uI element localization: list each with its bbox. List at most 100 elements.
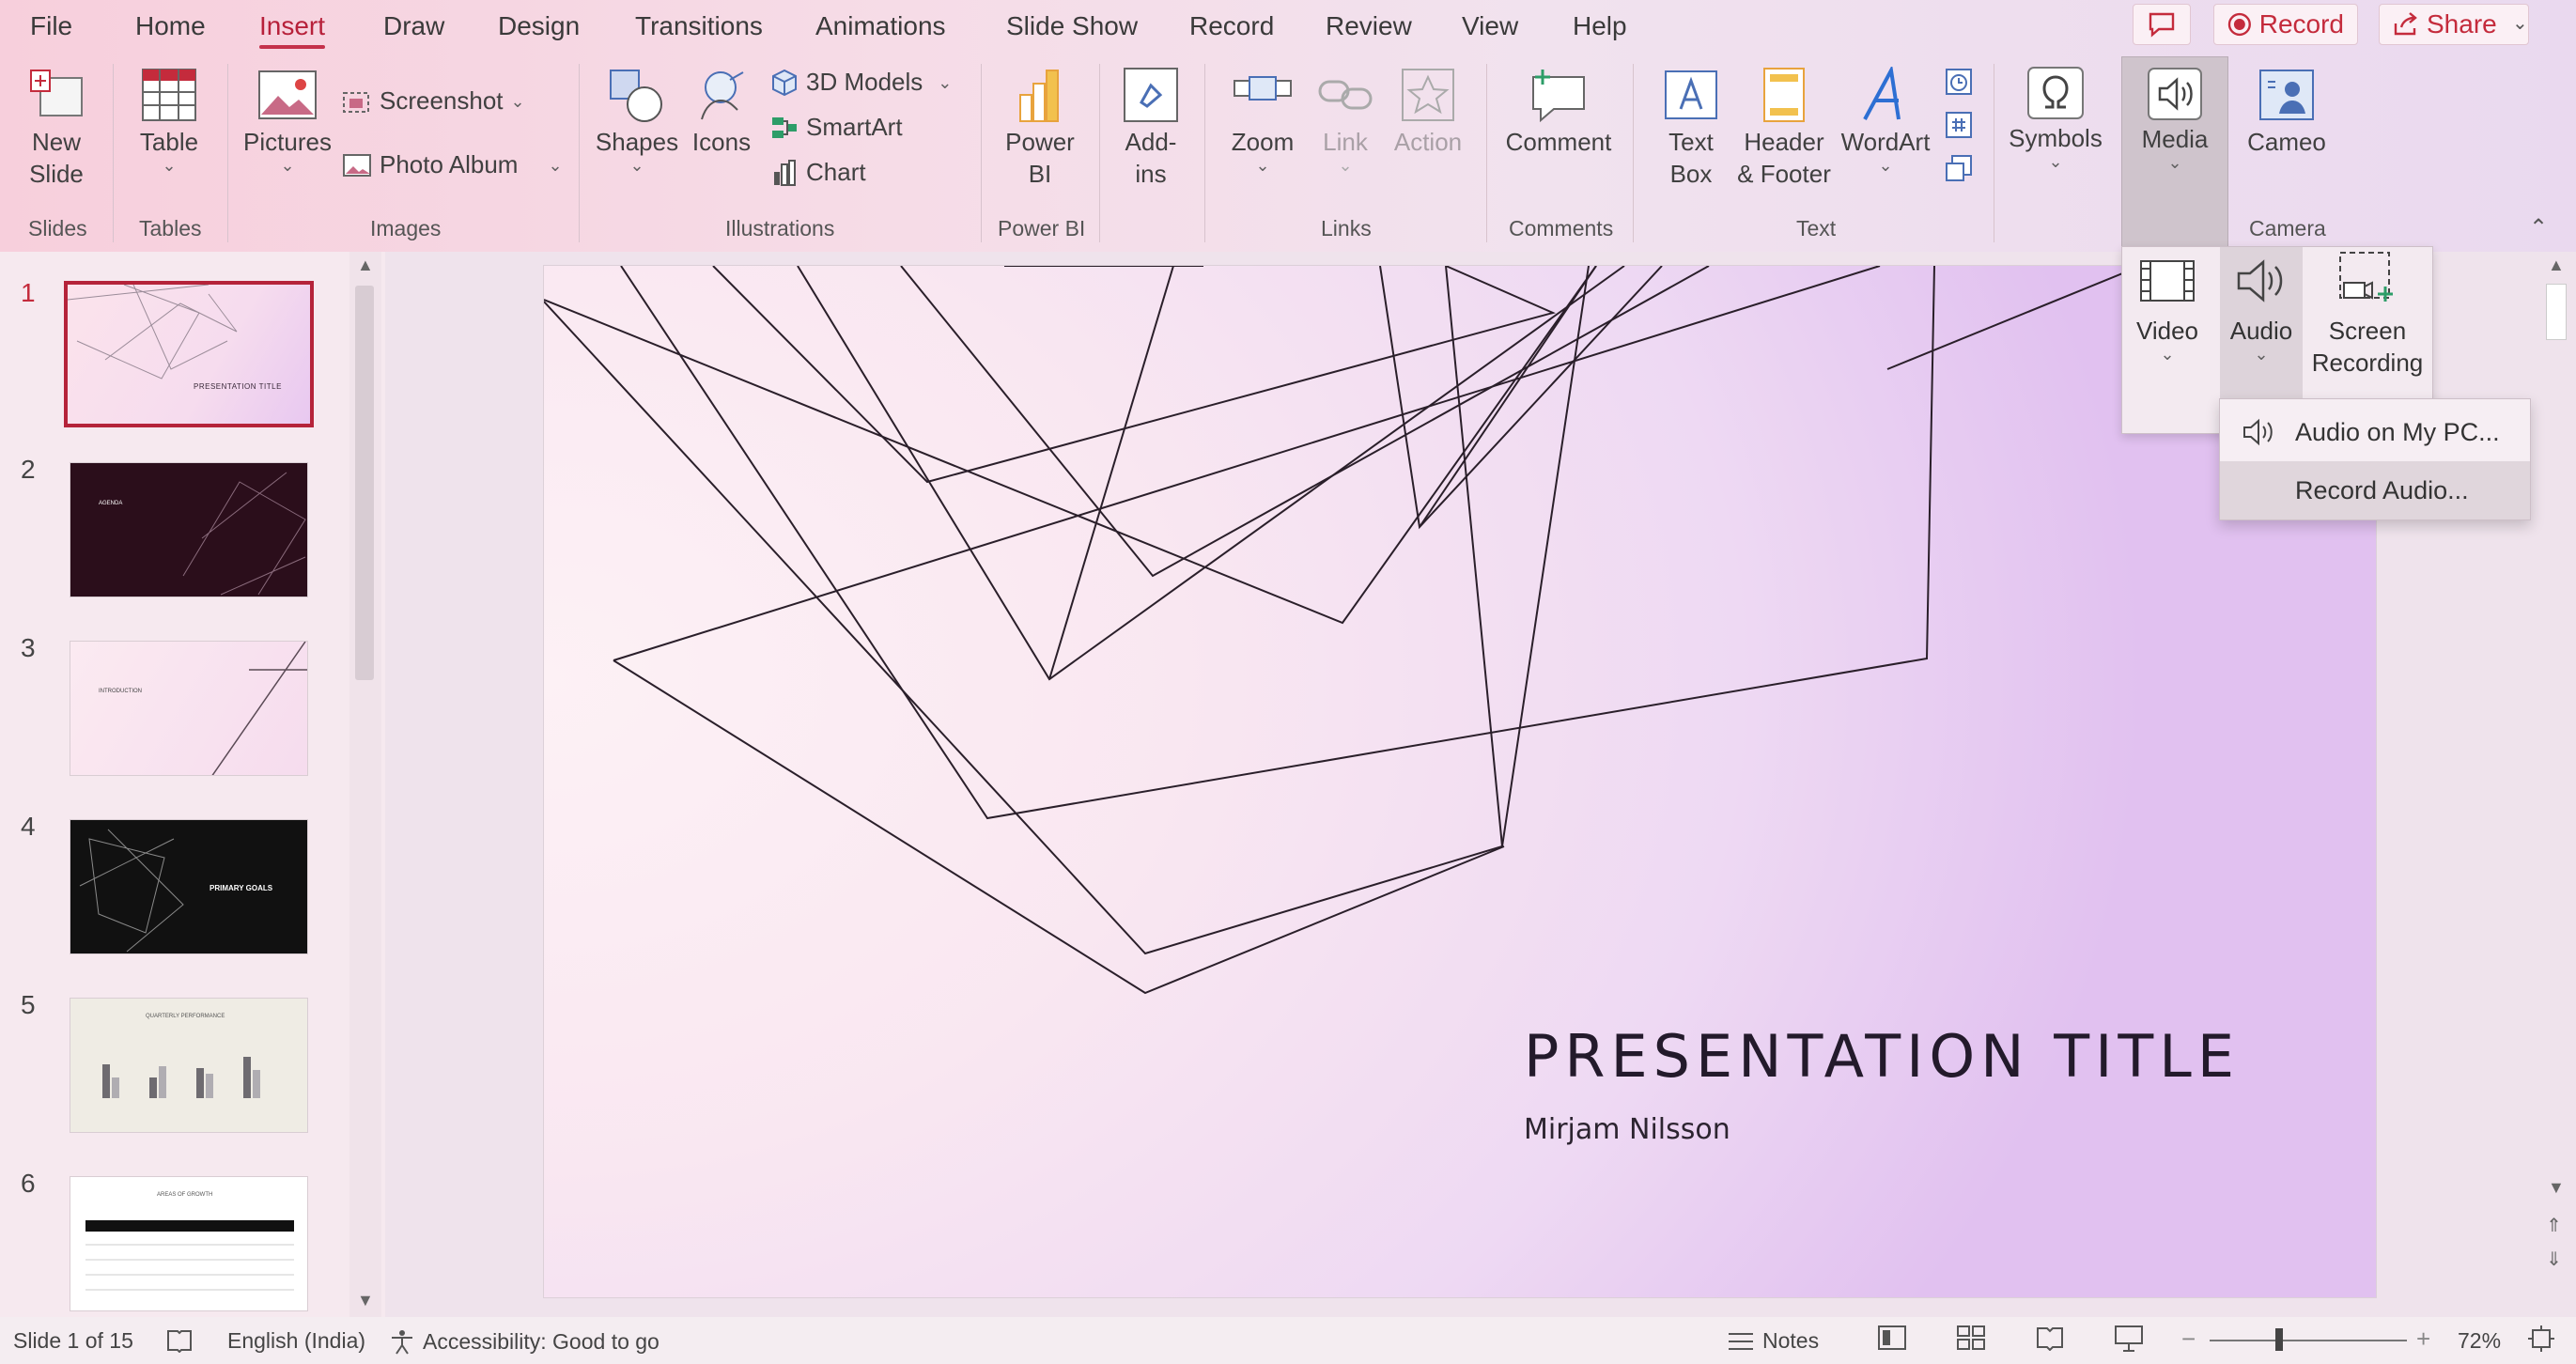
- comments-button[interactable]: [2133, 4, 2191, 45]
- table-button[interactable]: Table ⌄: [124, 64, 214, 174]
- spell-check-icon[interactable]: [165, 1328, 194, 1353]
- zoom-button[interactable]: Zoom ⌄: [1218, 64, 1308, 174]
- shapes-button[interactable]: Shapes ⌄: [590, 64, 684, 174]
- slide-thumbnail[interactable]: AGENDA: [70, 462, 308, 597]
- slide-thumbnail[interactable]: AREAS OF GROWTH: [70, 1176, 308, 1311]
- scroll-down-arrow-icon[interactable]: ▼: [2548, 1178, 2565, 1198]
- tab-view[interactable]: View: [1462, 11, 1518, 41]
- action-button[interactable]: Action: [1385, 64, 1471, 158]
- zoom-slider[interactable]: [2210, 1340, 2407, 1341]
- slide-thumbnail[interactable]: PRIMARY GOALS: [70, 819, 308, 954]
- link-button[interactable]: Link ⌄: [1308, 64, 1383, 174]
- audio-on-my-pc-label: Audio on My PC...: [2295, 417, 2500, 446]
- header-footer-icon: [1763, 68, 1805, 122]
- zoom-level[interactable]: 72%: [2458, 1328, 2501, 1354]
- slide-thumbnail[interactable]: INTRODUCTION: [70, 641, 308, 776]
- slide-scroll-thumb[interactable]: [2546, 284, 2567, 340]
- menu-item-record-audio[interactable]: Record Audio...: [2220, 461, 2530, 519]
- media-button[interactable]: Media ⌄: [2121, 56, 2228, 250]
- previous-slide-icon[interactable]: ⇑: [2546, 1214, 2562, 1237]
- symbols-button[interactable]: Symbols ⌄: [2007, 64, 2104, 170]
- record-label: Record: [2258, 9, 2344, 39]
- language-indicator[interactable]: English (India): [227, 1328, 365, 1354]
- slide-canvas[interactable]: PRESENTATION TITLE Mirjam Nilsson: [543, 265, 2377, 1298]
- collapse-ribbon-chevron-icon[interactable]: ⌃: [2529, 214, 2548, 241]
- icons-button[interactable]: Icons: [684, 64, 759, 158]
- zoom-slider-thumb[interactable]: [2275, 1328, 2283, 1351]
- scroll-down-arrow-icon[interactable]: ▼: [357, 1291, 374, 1310]
- thumb-bar-graphic: [102, 1057, 260, 1098]
- normal-view-button[interactable]: [1877, 1325, 1907, 1351]
- pictures-button[interactable]: Pictures ⌄: [241, 64, 334, 174]
- wordart-button[interactable]: WordArt ⌄: [1838, 64, 1933, 174]
- text-box-button[interactable]: Text Box: [1646, 64, 1736, 190]
- zoom-out-icon[interactable]: −: [2181, 1325, 2196, 1354]
- tab-review[interactable]: Review: [1326, 11, 1412, 41]
- thumbnail-scrollbar[interactable]: ▲ ▼: [349, 252, 381, 1317]
- header-footer-button[interactable]: Header & Footer: [1734, 64, 1834, 190]
- smartart-button[interactable]: SmartArt: [770, 113, 903, 142]
- object-button[interactable]: [1943, 152, 1975, 184]
- slide-scrollbar[interactable]: ▲ ▼ ⇑ ⇓: [2537, 252, 2576, 1317]
- power-bi-button[interactable]: Power BI: [994, 64, 1086, 190]
- comment-button[interactable]: Comment: [1499, 64, 1618, 158]
- menu-item-audio-on-my-pc[interactable]: Audio on My PC...: [2220, 403, 2530, 461]
- tab-transitions[interactable]: Transitions: [635, 11, 763, 41]
- share-options-chevron-icon[interactable]: ⌄: [2512, 11, 2528, 35]
- accessibility-status[interactable]: Accessibility: Good to go: [389, 1328, 660, 1355]
- 3d-models-button[interactable]: 3D Models ⌄: [770, 68, 952, 97]
- tab-draw[interactable]: Draw: [383, 11, 444, 41]
- chart-button[interactable]: Chart: [770, 158, 866, 187]
- group-label-text: Text: [1796, 216, 1837, 240]
- shapes-label: Shapes: [595, 128, 679, 156]
- slide-subtitle[interactable]: Mirjam Nilsson: [1524, 1113, 1730, 1146]
- zoom-label: Zoom: [1231, 128, 1295, 156]
- add-ins-button[interactable]: Add- ins: [1109, 64, 1193, 190]
- notes-button[interactable]: Notes: [1727, 1328, 1819, 1354]
- new-slide-button[interactable]: New Slide: [9, 64, 103, 190]
- date-time-button[interactable]: [1943, 66, 1975, 98]
- slide-number-icon: [1946, 112, 1972, 138]
- geometric-lines-graphic: [544, 266, 2142, 995]
- video-button[interactable]: Video ⌄: [2126, 247, 2209, 431]
- slide-thumbnail[interactable]: QUARTERLY PERFORMANCE: [70, 998, 308, 1133]
- fit-to-window-button[interactable]: [2527, 1325, 2555, 1353]
- share-button[interactable]: Share: [2379, 4, 2529, 45]
- tab-insert[interactable]: Insert: [259, 11, 326, 49]
- tab-help[interactable]: Help: [1573, 11, 1627, 41]
- slide-title[interactable]: PRESENTATION TITLE: [1524, 1022, 2240, 1091]
- slide-number-label: 6: [21, 1169, 36, 1198]
- top-band: File Home Insert Draw Design Transitions…: [0, 0, 2576, 252]
- tab-home[interactable]: Home: [135, 11, 206, 41]
- record-button[interactable]: Record: [2213, 4, 2358, 45]
- add-ins-label-1: Add-: [1125, 128, 1177, 156]
- slide-number-label: 2: [21, 455, 36, 484]
- slide-thumbnail[interactable]: PRESENTATION TITLE: [64, 281, 314, 427]
- slide-number-button[interactable]: [1943, 109, 1975, 141]
- audio-submenu: Audio on My PC... Record Audio...: [2219, 398, 2531, 520]
- next-slide-icon[interactable]: ⇓: [2546, 1248, 2562, 1271]
- date-time-icon: [1946, 69, 1972, 95]
- scroll-up-arrow-icon[interactable]: ▲: [2548, 256, 2565, 275]
- tab-animations[interactable]: Animations: [815, 11, 946, 41]
- slide-sorter-button[interactable]: [1956, 1325, 1986, 1351]
- tab-design[interactable]: Design: [498, 11, 580, 41]
- zoom-in-icon[interactable]: +: [2416, 1325, 2430, 1354]
- photo-album-button[interactable]: Photo Album ⌄: [342, 150, 563, 179]
- slide-show-button[interactable]: [2114, 1325, 2144, 1353]
- screenshot-button[interactable]: Screenshot ⌄: [342, 86, 525, 116]
- group-label-power-bi: Power BI: [998, 216, 1086, 240]
- tab-record[interactable]: Record: [1189, 11, 1274, 41]
- photo-album-chevron-icon: ⌄: [548, 155, 563, 175]
- cameo-button[interactable]: Cameo: [2240, 64, 2334, 158]
- add-ins-icon: [1124, 68, 1178, 122]
- tab-slide-show[interactable]: Slide Show: [1006, 11, 1138, 41]
- link-icon: [1318, 80, 1373, 110]
- scroll-up-arrow-icon[interactable]: ▲: [357, 256, 374, 275]
- speaker-icon: [2148, 68, 2202, 120]
- thumbnail-scroll-thumb[interactable]: [355, 286, 374, 680]
- screenshot-chevron-icon: ⌄: [510, 91, 525, 111]
- tab-file[interactable]: File: [30, 11, 72, 41]
- slide-counter[interactable]: Slide 1 of 15: [13, 1328, 133, 1354]
- reading-view-button[interactable]: [2035, 1325, 2065, 1351]
